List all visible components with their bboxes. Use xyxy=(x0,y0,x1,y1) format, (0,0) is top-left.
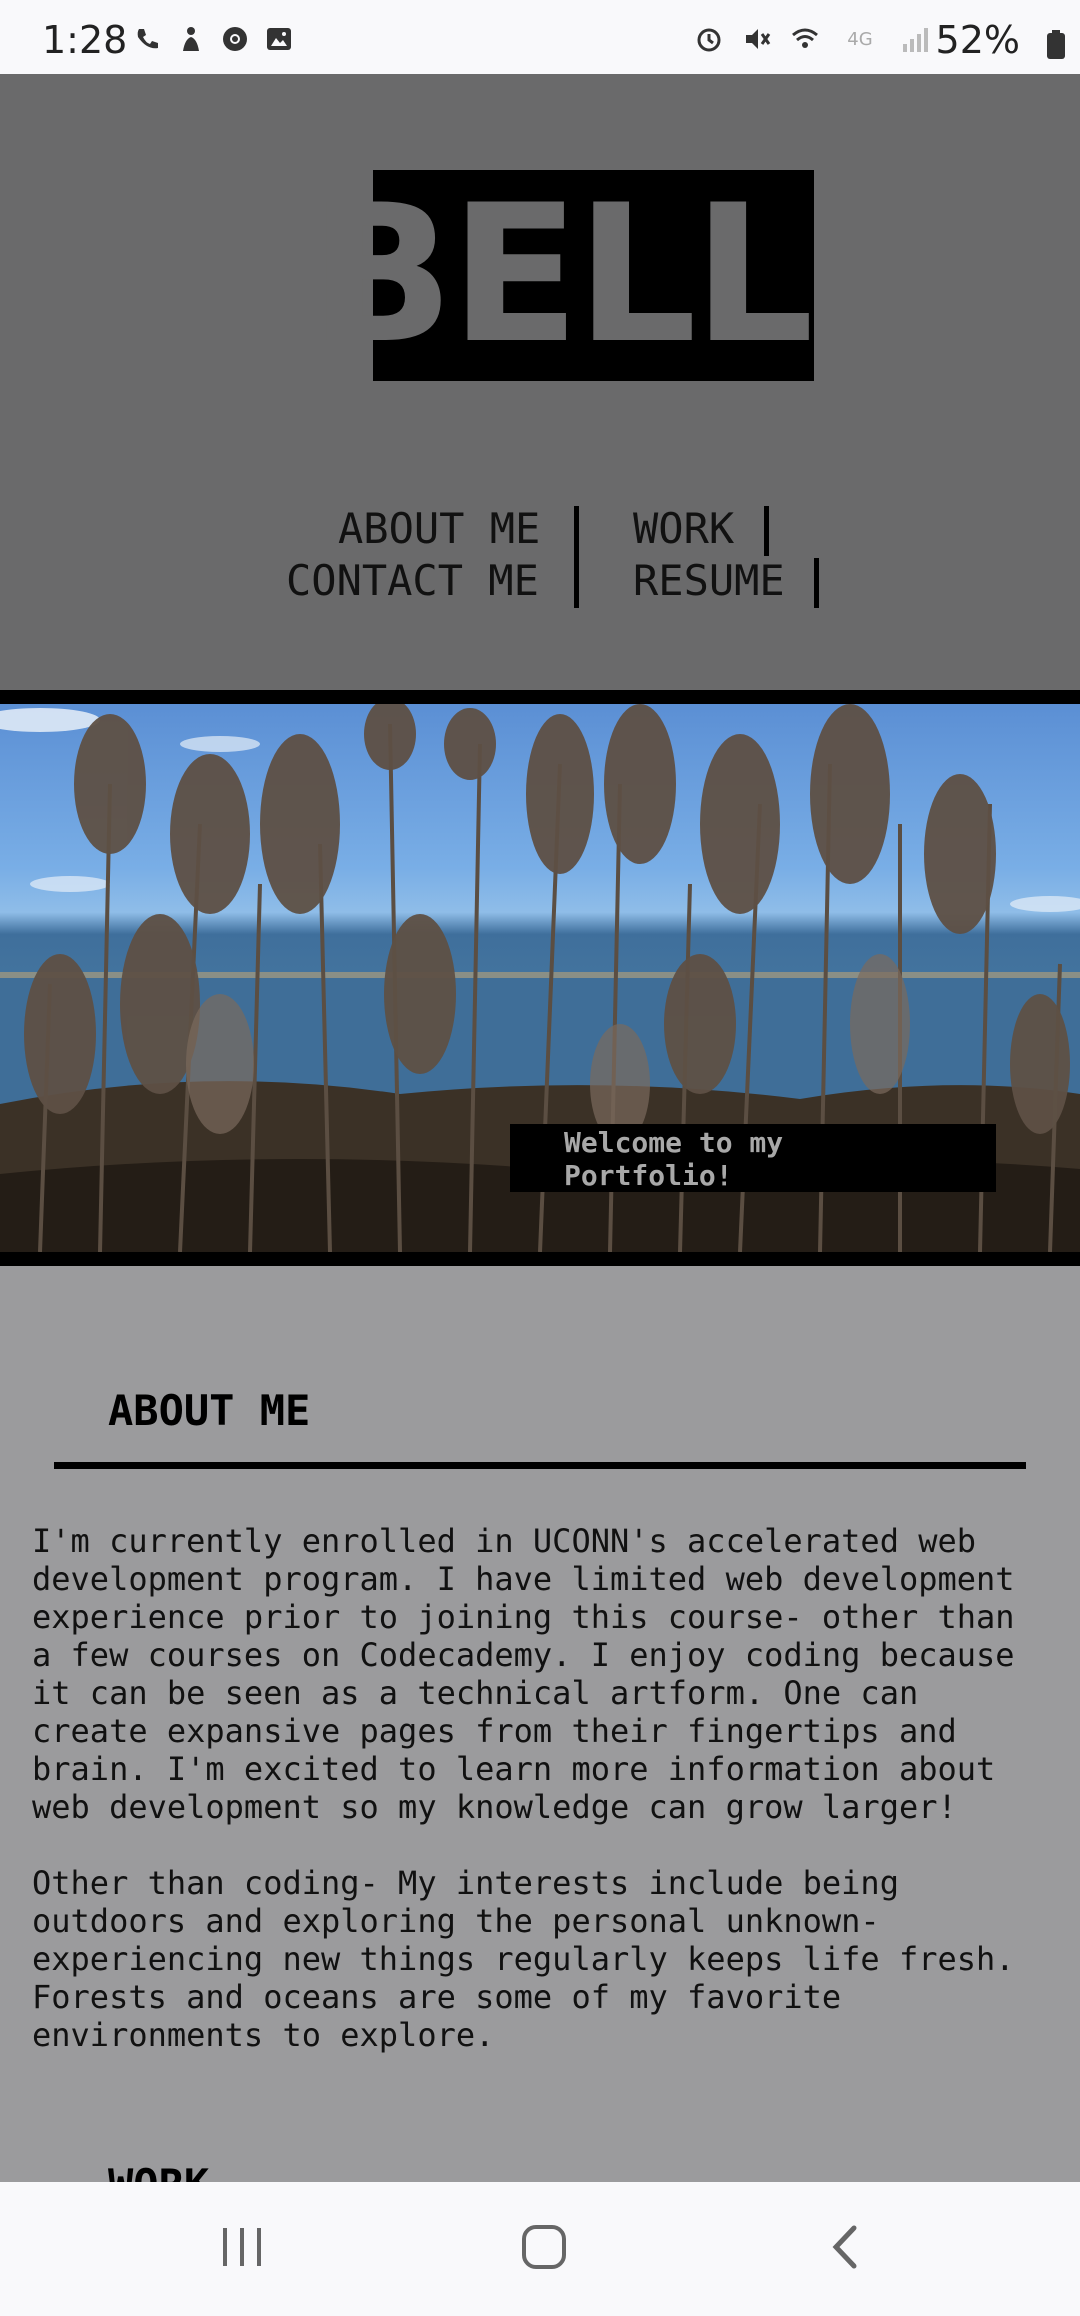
about-paragraph-1: I'm currently enrolled in UCONN's accele… xyxy=(32,1522,1034,1826)
home-icon[interactable] xyxy=(504,2212,584,2282)
gallery-icon xyxy=(264,24,294,54)
mute-icon xyxy=(742,24,772,54)
nav-divider xyxy=(814,558,819,608)
about-title: ABOUT ME xyxy=(108,1386,311,1435)
nav-link-resume[interactable]: RESUME xyxy=(633,556,785,606)
status-bar: 1:28 4G 52% xyxy=(0,0,1080,74)
recent-apps-icon[interactable] xyxy=(202,2212,282,2282)
hero-caption: Welcome to my Portfolio! xyxy=(510,1124,996,1192)
nav-divider xyxy=(764,506,769,556)
about-paragraph-2: Other than coding- My interests include … xyxy=(32,1864,1034,2054)
back-icon[interactable] xyxy=(806,2212,886,2282)
about-divider xyxy=(54,1462,1026,1469)
caption-line-2: Portfolio! xyxy=(564,1159,733,1192)
battery-percent: 52% xyxy=(935,18,1020,62)
network-label: 4G xyxy=(847,28,873,50)
logo-text: BELL xyxy=(309,164,814,385)
wifi-call-icon xyxy=(132,24,162,54)
chrome-icon xyxy=(220,24,250,54)
android-nav-bar xyxy=(0,2182,1080,2316)
nav-divider xyxy=(574,506,579,608)
signal-icon xyxy=(900,24,930,54)
status-time: 1:28 xyxy=(42,18,128,62)
wifi-icon xyxy=(790,24,820,54)
nav-link-contact[interactable]: CONTACT ME xyxy=(286,556,539,606)
hero-border xyxy=(0,690,1080,704)
alarm-icon xyxy=(694,24,724,54)
nav-link-work[interactable]: WORK xyxy=(633,504,734,554)
caption-line-1: Welcome to my xyxy=(564,1126,784,1159)
accessibility-icon xyxy=(176,24,206,54)
site-logo[interactable]: BELL xyxy=(309,170,814,381)
hero-border xyxy=(0,1252,1080,1266)
site-header: BELL xyxy=(0,74,1080,690)
nav-link-about[interactable]: ABOUT ME xyxy=(338,504,540,554)
network-4g-icon: 4G xyxy=(838,24,882,54)
battery-icon xyxy=(1046,30,1066,60)
